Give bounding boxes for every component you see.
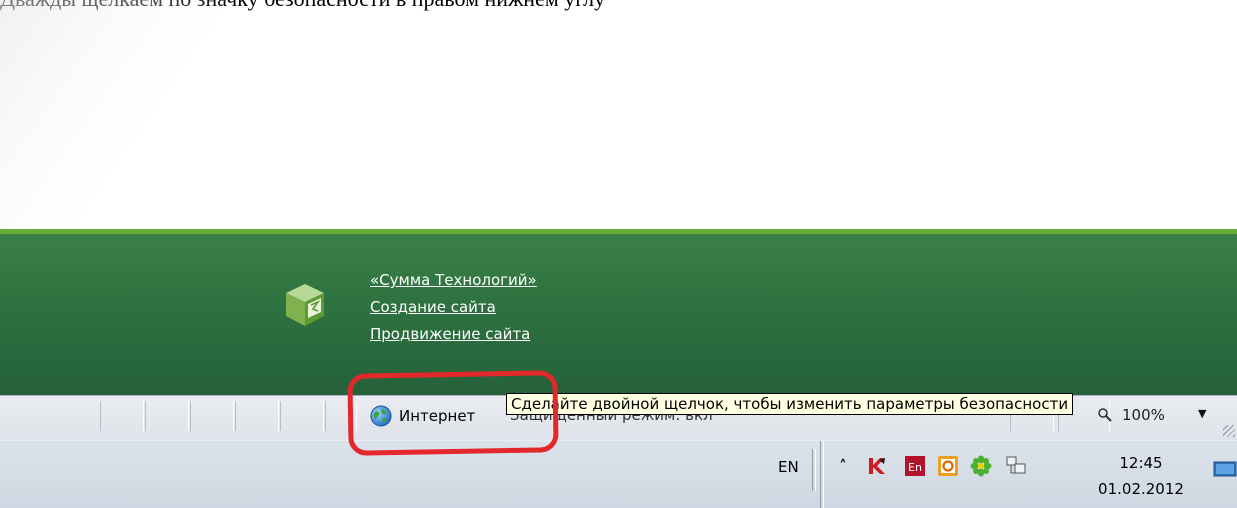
network-icon[interactable] [1005,455,1027,477]
zoom-level[interactable]: 100% [1122,406,1165,424]
zone-label: Интернет [399,407,476,425]
link-site-promotion[interactable]: Продвижение сайта [370,321,537,348]
status-cell [100,401,144,431]
background-glare [0,0,240,230]
status-cell [280,401,324,431]
lingvo-icon[interactable]: En [904,455,926,477]
status-cell [145,401,189,431]
footer-links: «Сумма Технологий» Создание сайта Продви… [370,267,537,348]
system-clock[interactable]: 12:45 01.02.2012 [1096,450,1186,502]
svg-text:En: En [908,461,922,474]
zoom-dropdown-arrow[interactable]: ▼ [1198,407,1206,420]
resize-grip-icon[interactable] [1223,425,1235,437]
security-tooltip: Сделайте двойной щелчок, чтобы изменить … [506,393,1074,415]
link-site-creation[interactable]: Создание сайта [370,294,537,321]
status-cell [325,401,357,431]
clock-time: 12:45 [1119,454,1163,472]
taskbar-separator [812,449,816,491]
link-summa-technologies[interactable]: «Сумма Технологий» [370,267,537,294]
company-logo-icon [286,284,324,326]
tray-separator [820,441,824,508]
website-footer: «Сумма Технологий» Создание сайта Продви… [0,229,1237,395]
show-desktop-icon[interactable] [1211,459,1237,481]
status-cell [190,401,234,431]
windows-taskbar: EN ˄ En 12:45 01.02.2012 [0,440,1237,508]
outlook-icon[interactable] [937,455,959,477]
language-indicator[interactable]: EN [778,458,799,476]
status-cell [235,401,279,431]
security-zone-indicator[interactable]: Интернет [370,401,475,431]
globe-icon [370,405,392,427]
kaspersky-icon[interactable] [866,455,888,477]
icq-icon[interactable] [970,455,992,477]
show-hidden-icons-button[interactable]: ˄ [832,455,854,477]
magnifier-icon [1098,408,1112,422]
clock-date: 01.02.2012 [1098,480,1184,498]
